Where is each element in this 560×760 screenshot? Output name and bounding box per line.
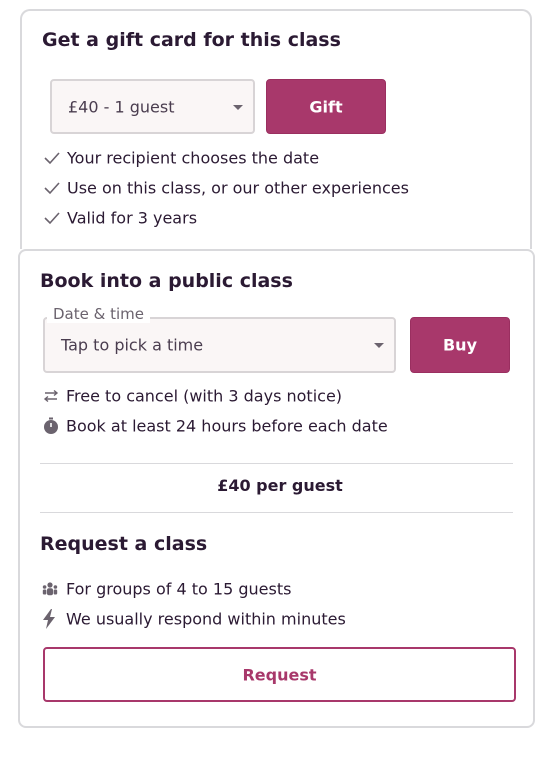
lightning-icon xyxy=(43,609,55,629)
booking-feature-text: Free to cancel (with 3 days notice) xyxy=(66,386,343,406)
date-time-select[interactable]: Tap to pick a time xyxy=(43,317,396,373)
divider xyxy=(40,512,513,513)
request-button[interactable]: Request xyxy=(43,647,516,702)
gift-title: Get a gift card for this class xyxy=(42,29,341,51)
swap-arrows-icon xyxy=(43,389,59,403)
gift-button-label: Gift xyxy=(309,97,343,116)
check-icon xyxy=(44,212,60,225)
gift-button[interactable]: Gift xyxy=(266,79,386,134)
public-class-title: Book into a public class xyxy=(40,270,293,292)
buy-button[interactable]: Buy xyxy=(410,317,510,373)
group-icon xyxy=(42,582,58,596)
gift-amount-select[interactable]: £40 - 1 guest xyxy=(50,79,255,134)
chevron-down-icon xyxy=(374,343,384,348)
booking-feature-text: Book at least 24 hours before each date xyxy=(66,416,388,436)
buy-button-label: Buy xyxy=(442,335,477,355)
gift-feature-text: Valid for 3 years xyxy=(67,208,198,228)
date-time-label: Date & time xyxy=(47,305,150,323)
price-per-guest: £40 per guest xyxy=(217,476,343,495)
check-icon xyxy=(44,152,60,165)
request-title: Request a class xyxy=(40,533,208,555)
gift-feature-text: Your recipient chooses the date xyxy=(67,148,320,168)
stopwatch-icon xyxy=(44,417,58,434)
check-icon xyxy=(44,182,60,195)
request-feature-text: For groups of 4 to 15 guests xyxy=(66,579,292,599)
gift-feature-text: Use on this class, or our other experien… xyxy=(67,178,409,198)
divider xyxy=(40,463,513,464)
gift-amount-value: £40 - 1 guest xyxy=(68,97,175,116)
request-feature-text: We usually respond within minutes xyxy=(66,609,346,629)
chevron-down-icon xyxy=(233,104,243,110)
request-button-label: Request xyxy=(242,665,317,684)
date-time-placeholder: Tap to pick a time xyxy=(61,335,204,355)
